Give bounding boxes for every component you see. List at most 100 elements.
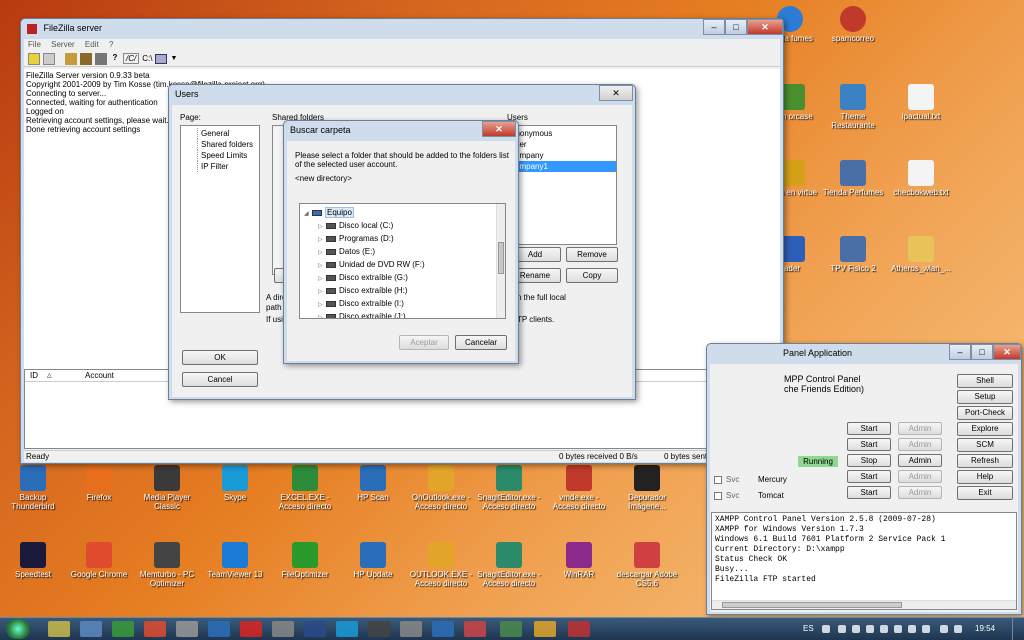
help-icon[interactable]: ? xyxy=(110,53,120,65)
collapsed-arrow-icon[interactable]: ▷ xyxy=(318,312,326,318)
tree-item[interactable]: ▷ Disco local (C:) xyxy=(304,219,505,232)
tree-item[interactable]: ▷ Disco extraíble (J:) xyxy=(304,310,505,318)
desktop-icon-snagiteditor-exe-acceso-directo[interactable]: SnagitEditor.exe - Acceso directo xyxy=(476,542,542,588)
desktop-icon-speedtest[interactable]: Speedtest xyxy=(0,542,66,579)
desktop-icon-ipactual[interactable]: ipactual.txt xyxy=(886,84,956,121)
language-indicator[interactable]: ES xyxy=(803,624,814,633)
filezilla-titlebar[interactable]: FileZilla server xyxy=(21,19,783,37)
tray-icon[interactable] xyxy=(954,625,962,633)
tray-icon[interactable] xyxy=(940,625,948,633)
xampp-shell-button[interactable]: Shell xyxy=(957,374,1013,388)
taskbar-app-button[interactable] xyxy=(464,621,486,637)
path-windows-button[interactable]: C:\ xyxy=(142,54,152,63)
desktop-icon-depurador-im-gene-[interactable]: Depurador Imágene... xyxy=(614,465,680,511)
desktop-icon-skype[interactable]: Skype xyxy=(202,465,268,502)
copy-user-button[interactable]: Copy xyxy=(566,268,618,283)
show-desktop-button[interactable] xyxy=(1012,618,1024,640)
tree-item[interactable]: ▷ Disco extraíble (G:) xyxy=(304,271,505,284)
menu-edit[interactable]: Edit xyxy=(85,40,99,49)
user-item[interactable]: anonymous xyxy=(508,128,616,139)
connect-icon[interactable] xyxy=(28,52,40,65)
desktop-icon-onoutlook-exe-acceso-directo[interactable]: OnOutlook.exe - Acceso directo xyxy=(408,465,474,511)
maximize-button[interactable]: □ xyxy=(725,19,747,35)
xampp-close-button[interactable]: ✕ xyxy=(993,344,1021,360)
taskbar-app-button[interactable] xyxy=(176,621,198,637)
taskbar-app-button[interactable] xyxy=(534,621,556,637)
xampp-minimize-button[interactable]: – xyxy=(949,344,971,360)
desktop-icon-spamcorreo[interactable]: spamcorreo xyxy=(818,6,888,43)
service-admin-button[interactable]: Admin xyxy=(898,422,942,435)
service-admin-button[interactable]: Admin xyxy=(898,470,942,483)
service-action-button[interactable]: Start xyxy=(847,438,891,451)
xampp-port-check-button[interactable]: Port-Check xyxy=(957,406,1013,420)
service-action-button[interactable]: Stop xyxy=(847,454,891,467)
menu-file[interactable]: File xyxy=(28,40,41,49)
desktop-icon-google-chrome[interactable]: Google Chrome xyxy=(66,542,132,579)
desktop-icon-fileoptimizer[interactable]: FileOptimizer xyxy=(272,542,338,579)
users-icon[interactable] xyxy=(65,52,77,65)
taskbar-app-button[interactable] xyxy=(500,621,522,637)
console-hscroll-thumb[interactable] xyxy=(722,602,902,608)
tree-item[interactable]: ▷ Unidad de DVD RW (F:) xyxy=(304,258,505,271)
svc-checkbox[interactable] xyxy=(714,476,722,484)
service-action-button[interactable]: Start xyxy=(847,486,891,499)
desktop-icon-teamviewer-13[interactable]: TeamViewer 13 xyxy=(202,542,268,579)
tray-icon[interactable] xyxy=(838,625,846,633)
taskbar-app-button[interactable] xyxy=(112,621,134,637)
page-item-shared-folders[interactable]: Shared folders xyxy=(197,139,259,150)
taskbar-app-button[interactable] xyxy=(336,621,358,637)
menu-server[interactable]: Server xyxy=(51,40,75,49)
desktop-icon-atheros[interactable]: Atheros_wlan_... xyxy=(886,236,956,273)
remove-user-button[interactable]: Remove xyxy=(566,247,618,262)
desktop-icon-media-player-classic[interactable]: Media Player Classic xyxy=(134,465,200,511)
cancel-button[interactable]: Cancel xyxy=(182,372,258,387)
desktop-icon-tienda-perfumes[interactable]: Tienda Perfumes xyxy=(818,160,888,197)
tray-icon[interactable] xyxy=(852,625,860,633)
xampp-setup-button[interactable]: Setup xyxy=(957,390,1013,404)
grid-icon[interactable] xyxy=(155,53,168,64)
desktop-icon-firefox[interactable]: Firefox xyxy=(66,465,132,502)
user-item[interactable]: user xyxy=(508,139,616,150)
xampp-explore-button[interactable]: Explore xyxy=(957,422,1013,436)
service-action-button[interactable]: Start xyxy=(847,470,891,483)
chevron-down-icon[interactable]: ▼ xyxy=(170,55,177,62)
taskbar-app-button[interactable] xyxy=(240,621,262,637)
ok-button[interactable]: OK xyxy=(182,350,258,365)
tree-item[interactable]: ▷ Programas (D:) xyxy=(304,232,505,245)
lock-icon[interactable] xyxy=(43,52,55,65)
page-item-speed-limits[interactable]: Speed Limits xyxy=(197,150,259,161)
tree-scroll-thumb[interactable] xyxy=(498,242,504,274)
desktop-icon-vmde-exe-acceso-directo[interactable]: vmde.exe - Acceso directo xyxy=(546,465,612,511)
user-item[interactable]: company xyxy=(508,150,616,161)
taskbar-app-button[interactable] xyxy=(208,621,230,637)
tray-icon[interactable] xyxy=(922,625,930,633)
desktop-icon-tpv[interactable]: TPV Fisico 2 xyxy=(818,236,888,273)
taskbar-app-button[interactable] xyxy=(272,621,294,637)
xampp-scm-button[interactable]: SCM xyxy=(957,438,1013,452)
users-titlebar[interactable]: Users xyxy=(169,85,635,103)
service-admin-button[interactable]: Admin xyxy=(898,454,942,467)
tray-icon[interactable] xyxy=(880,625,888,633)
user-item[interactable]: company1 xyxy=(508,161,616,172)
console-hscroll[interactable] xyxy=(712,600,1016,609)
users-close-button[interactable]: ✕ xyxy=(599,85,633,101)
minimize-button[interactable]: – xyxy=(703,19,725,35)
settings-icon[interactable] xyxy=(95,52,107,65)
tray-icon[interactable] xyxy=(894,625,902,633)
taskbar-app-button[interactable] xyxy=(368,621,390,637)
tree-item[interactable]: ▷ Disco extraíble (I:) xyxy=(304,297,505,310)
tray-icon[interactable] xyxy=(866,625,874,633)
browse-cancel-button[interactable]: Cancelar xyxy=(455,335,507,350)
desktop-icon-excel-exe-acceso-directo[interactable]: EXCEL.EXE - Acceso directo xyxy=(272,465,338,511)
clock[interactable]: 19:54 xyxy=(975,624,995,633)
tray-icon[interactable] xyxy=(908,625,916,633)
taskbar-app-button[interactable] xyxy=(400,621,422,637)
desktop-icon-theme-restaurante[interactable]: Theme Restaurante xyxy=(818,84,888,130)
tree-item[interactable]: ◢ Equipo xyxy=(304,206,505,219)
desktop-icon-winrar[interactable]: WinRAR xyxy=(546,542,612,579)
tree-scrollbar[interactable] xyxy=(496,204,505,318)
xampp-refresh-button[interactable]: Refresh xyxy=(957,454,1013,468)
service-admin-button[interactable]: Admin xyxy=(898,486,942,499)
xampp-exit-button[interactable]: Exit xyxy=(957,486,1013,500)
page-item-general[interactable]: General xyxy=(197,128,259,139)
